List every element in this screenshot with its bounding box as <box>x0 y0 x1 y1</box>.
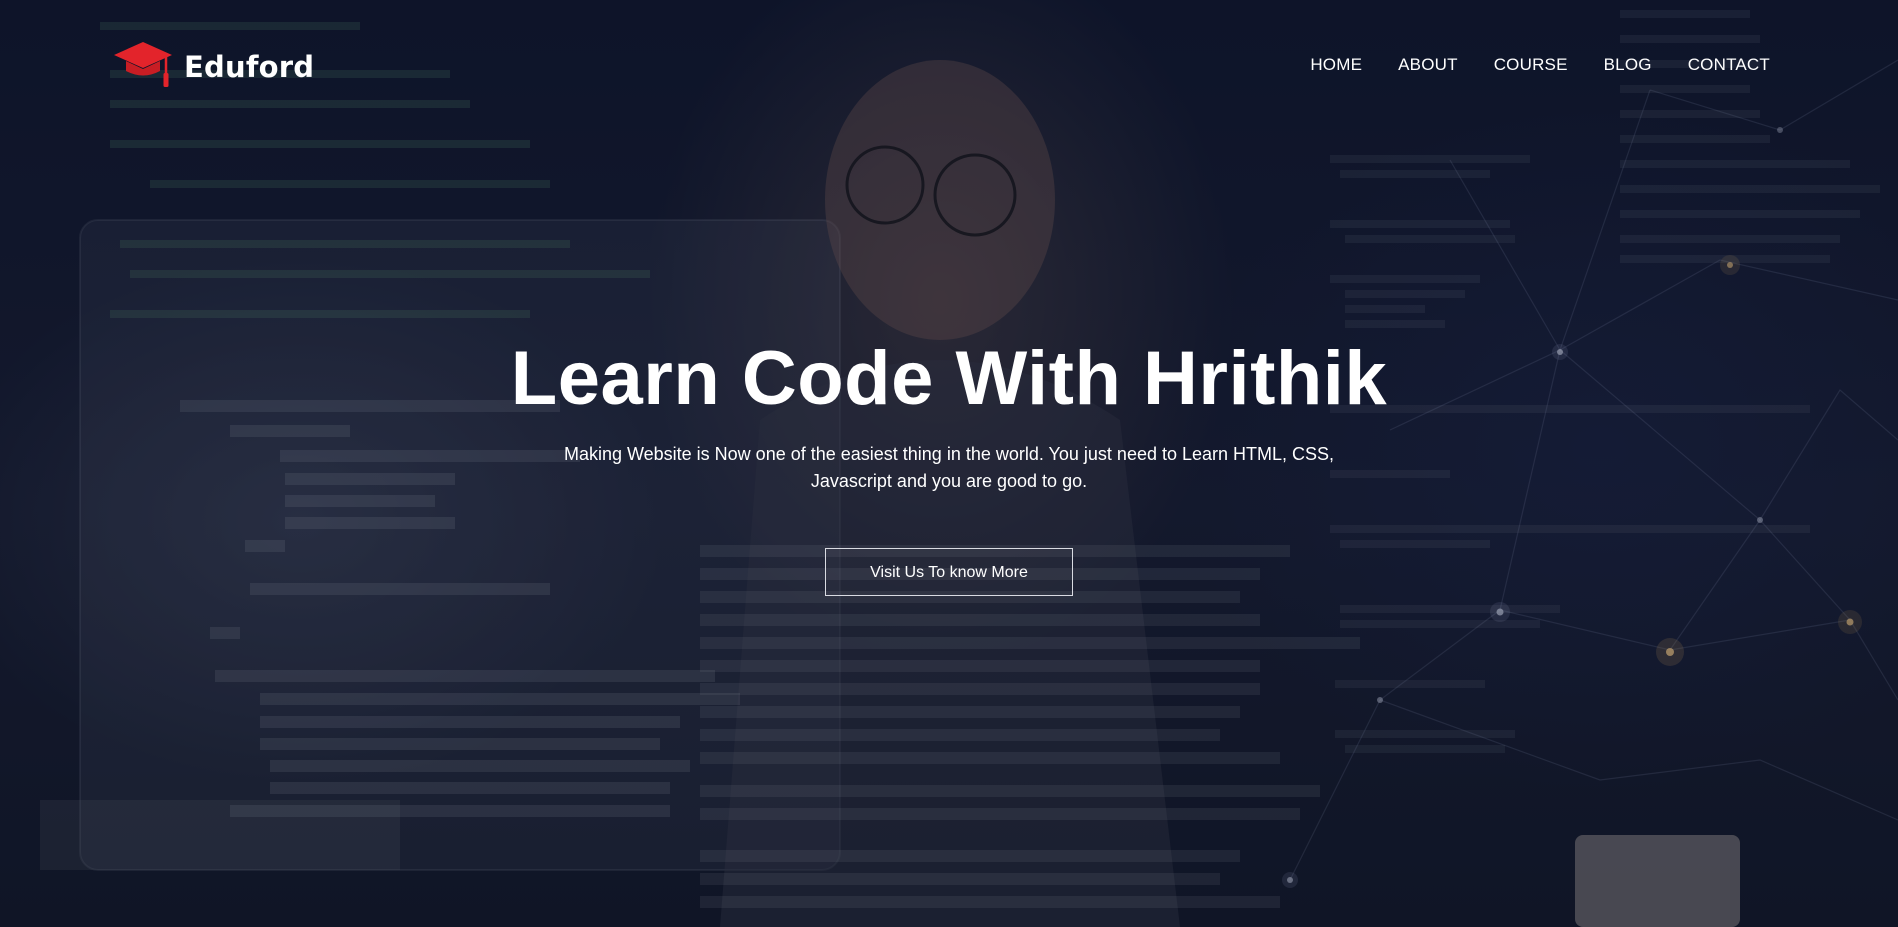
visit-us-button[interactable]: Visit Us To know More <box>825 548 1073 596</box>
nav-link-home[interactable]: HOME <box>1310 55 1362 75</box>
hero-section: Eduford HOME ABOUT COURSE BLOG CONTACT L… <box>0 0 1898 927</box>
nav-link-about[interactable]: ABOUT <box>1398 55 1458 75</box>
nav-link-contact[interactable]: CONTACT <box>1688 55 1770 75</box>
hero-subtitle: Making Website is Now one of the easiest… <box>563 444 1335 491</box>
brand-name: Eduford <box>184 49 315 84</box>
nav-link-course[interactable]: COURSE <box>1494 55 1568 75</box>
main-nav: HOME ABOUT COURSE BLOG CONTACT <box>1310 55 1770 75</box>
graduation-cap-icon <box>112 38 174 95</box>
navbar: Eduford HOME ABOUT COURSE BLOG CONTACT <box>0 0 1898 120</box>
hero-title: Learn Code With Hrithik <box>510 336 1388 421</box>
brand-logo[interactable]: Eduford <box>112 38 314 95</box>
hero-content: Learn Code With Hrithik Making Website i… <box>0 335 1898 596</box>
nav-link-blog[interactable]: BLOG <box>1604 55 1652 75</box>
